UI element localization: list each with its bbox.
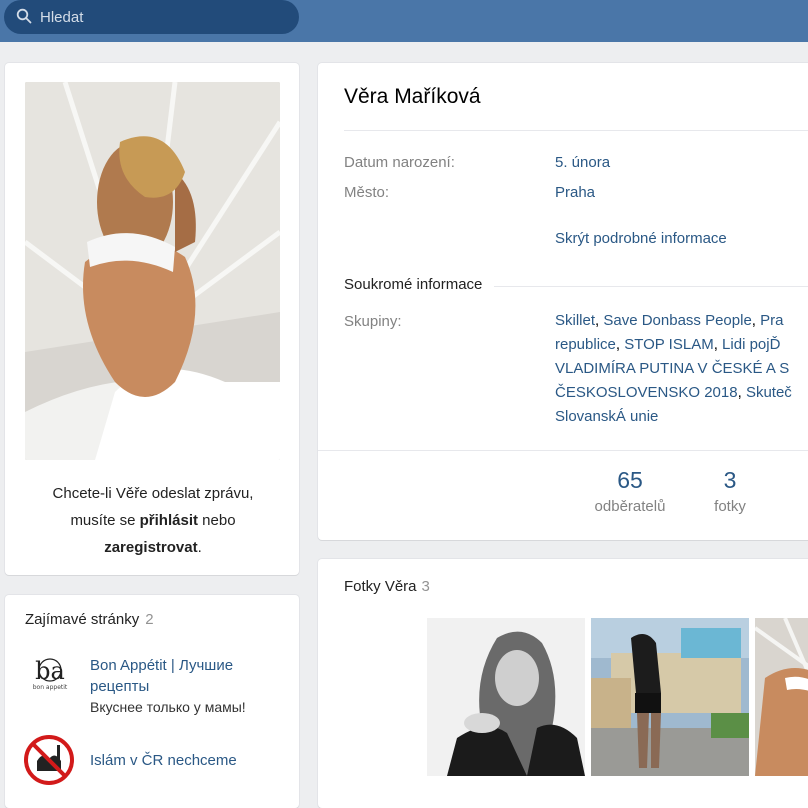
followers-count: 65	[617, 467, 643, 493]
group-separator: ,	[615, 336, 625, 353]
groups-line: Skillet, Save Donbass People, Pra	[555, 309, 808, 333]
prohibited-mosque-icon	[24, 735, 76, 785]
divider	[344, 130, 808, 131]
page-name[interactable]: Islám v ČR nechceme	[90, 750, 237, 771]
followers-stat[interactable]: 65 odběratelů	[580, 467, 680, 515]
group-link[interactable]: Skillet	[555, 312, 595, 329]
group-link[interactable]: VLADIMÍRA PUTINA V ČESKÉ A S	[555, 360, 789, 377]
top-bar	[0, 0, 808, 42]
photos-count: 3	[723, 467, 737, 493]
photos-card: Fotky Věra 3	[318, 559, 808, 808]
interesting-pages-count: 2	[145, 611, 154, 628]
groups-line: ČESKOSLOVENSKO 2018, Skuteč	[555, 381, 808, 405]
photo-thumbnail[interactable]	[591, 618, 749, 776]
group-link[interactable]: ČESKOSLOVENSKO 2018	[555, 384, 738, 401]
search-box[interactable]	[4, 0, 299, 34]
photo-thumbnail[interactable]	[755, 618, 808, 776]
search-icon	[16, 8, 32, 27]
login-note-end: .	[197, 539, 202, 556]
groups-list: Skillet, Save Donbass People, Pra republi…	[555, 309, 808, 429]
login-note: Chcete-li Věře odeslat zprávu, musíte se…	[23, 480, 283, 561]
photo-thumbnail[interactable]	[427, 618, 585, 776]
login-note-text: nebo	[198, 512, 236, 529]
hide-details-link[interactable]: Skrýt podrobné informace	[555, 230, 727, 247]
groups-line: republice, STOP ISLAM, Lidi pojĎ	[555, 333, 808, 357]
birthdate-value[interactable]: 5. února	[555, 154, 610, 171]
photos-title-label: Fotky Věra	[344, 578, 417, 595]
city-label: Město:	[344, 184, 390, 201]
photos-title[interactable]: Fotky Věra 3	[344, 578, 430, 595]
group-link[interactable]: Pra	[760, 312, 783, 329]
profile-name: Věra Maříková	[344, 85, 481, 108]
followers-label: odběratelů	[594, 498, 666, 515]
interesting-pages-title[interactable]: Zajímavé stránky 2	[25, 611, 154, 628]
groups-label: Skupiny:	[344, 313, 402, 330]
interesting-pages-label: Zajímavé stránky	[25, 611, 140, 628]
groups-line: SlovanskÁ unie	[555, 405, 808, 429]
group-separator: ,	[751, 312, 761, 329]
group-separator: ,	[737, 384, 746, 401]
login-note-line: Chcete-li Věře odeslat zprávu,	[52, 485, 254, 502]
group-link[interactable]: SlovanskÁ unie	[555, 408, 658, 425]
search-input[interactable]	[40, 8, 280, 26]
birthdate-label: Datum narození:	[344, 154, 455, 171]
group-link[interactable]: Save Donbass People	[603, 312, 751, 329]
page-subtitle: Вкуснее только у мамы!	[90, 699, 246, 715]
groups-line: VLADIMÍRA PUTINA V ČESKÉ A S	[555, 357, 808, 381]
profile-info-card: Věra Maříková Datum narození: 5. února M…	[318, 63, 808, 540]
page-item-bon-appetit[interactable]: ba bon appetit Bon Appétit | Лучшие реце…	[24, 655, 280, 717]
group-link[interactable]: STOP ISLAM	[624, 336, 713, 353]
register-link[interactable]: zaregistrovat	[104, 539, 197, 556]
group-link[interactable]: Lidi pojĎ	[722, 336, 780, 353]
page-name[interactable]: Bon Appétit | Лучшие рецепты	[90, 655, 280, 697]
photos-title-count: 3	[421, 578, 430, 595]
group-link[interactable]: Skuteč	[746, 384, 792, 401]
login-link[interactable]: přihlásit	[140, 512, 198, 529]
city-value[interactable]: Praha	[555, 184, 595, 201]
stats-divider	[318, 450, 808, 451]
photos-stat[interactable]: 3 fotky	[690, 467, 770, 515]
group-link[interactable]: republice	[555, 336, 616, 353]
private-info-heading: Soukromé informace	[344, 276, 495, 293]
bon-appetit-logo-icon: ba bon appetit	[24, 655, 76, 705]
photos-label: fotky	[714, 498, 746, 515]
group-separator: ,	[713, 336, 723, 353]
login-note-text: musíte se	[70, 512, 140, 529]
profile-avatar[interactable]	[25, 82, 280, 460]
svg-text:bon appetit: bon appetit	[33, 684, 68, 691]
profile-photo-card: Chcete-li Věře odeslat zprávu, musíte se…	[5, 63, 299, 575]
page-item-islam[interactable]: Islám v ČR nechceme	[24, 735, 237, 785]
interesting-pages-card: Zajímavé stránky 2 ba bon appetit Bon App…	[5, 595, 299, 808]
